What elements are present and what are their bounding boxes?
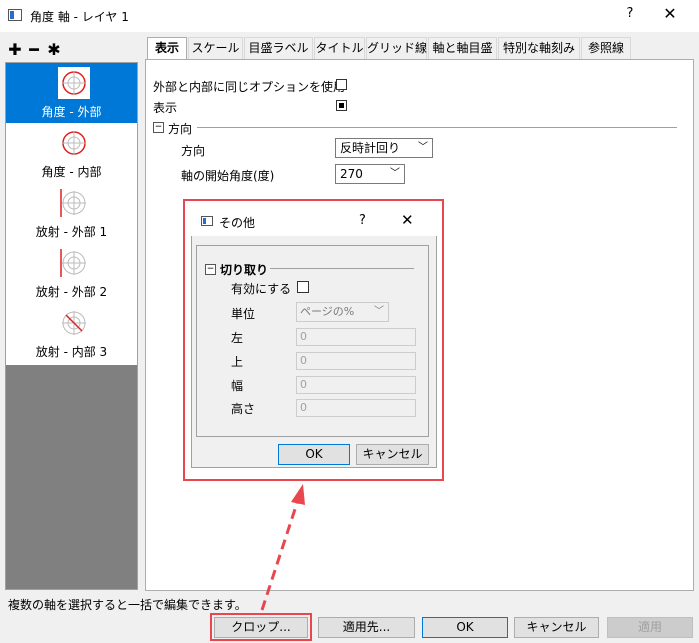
apply-button[interactable]: 適用 [607, 617, 693, 638]
annotation-arrow [260, 484, 305, 611]
cancel-button[interactable]: キャンセル [514, 617, 599, 638]
status-text: 複数の軸を選択すると一括で編集できます。 [8, 598, 247, 612]
crop-button[interactable]: クロップ... [214, 617, 308, 638]
apply-to-button[interactable]: 適用先... [318, 617, 415, 638]
ok-button[interactable]: OK [422, 617, 508, 638]
